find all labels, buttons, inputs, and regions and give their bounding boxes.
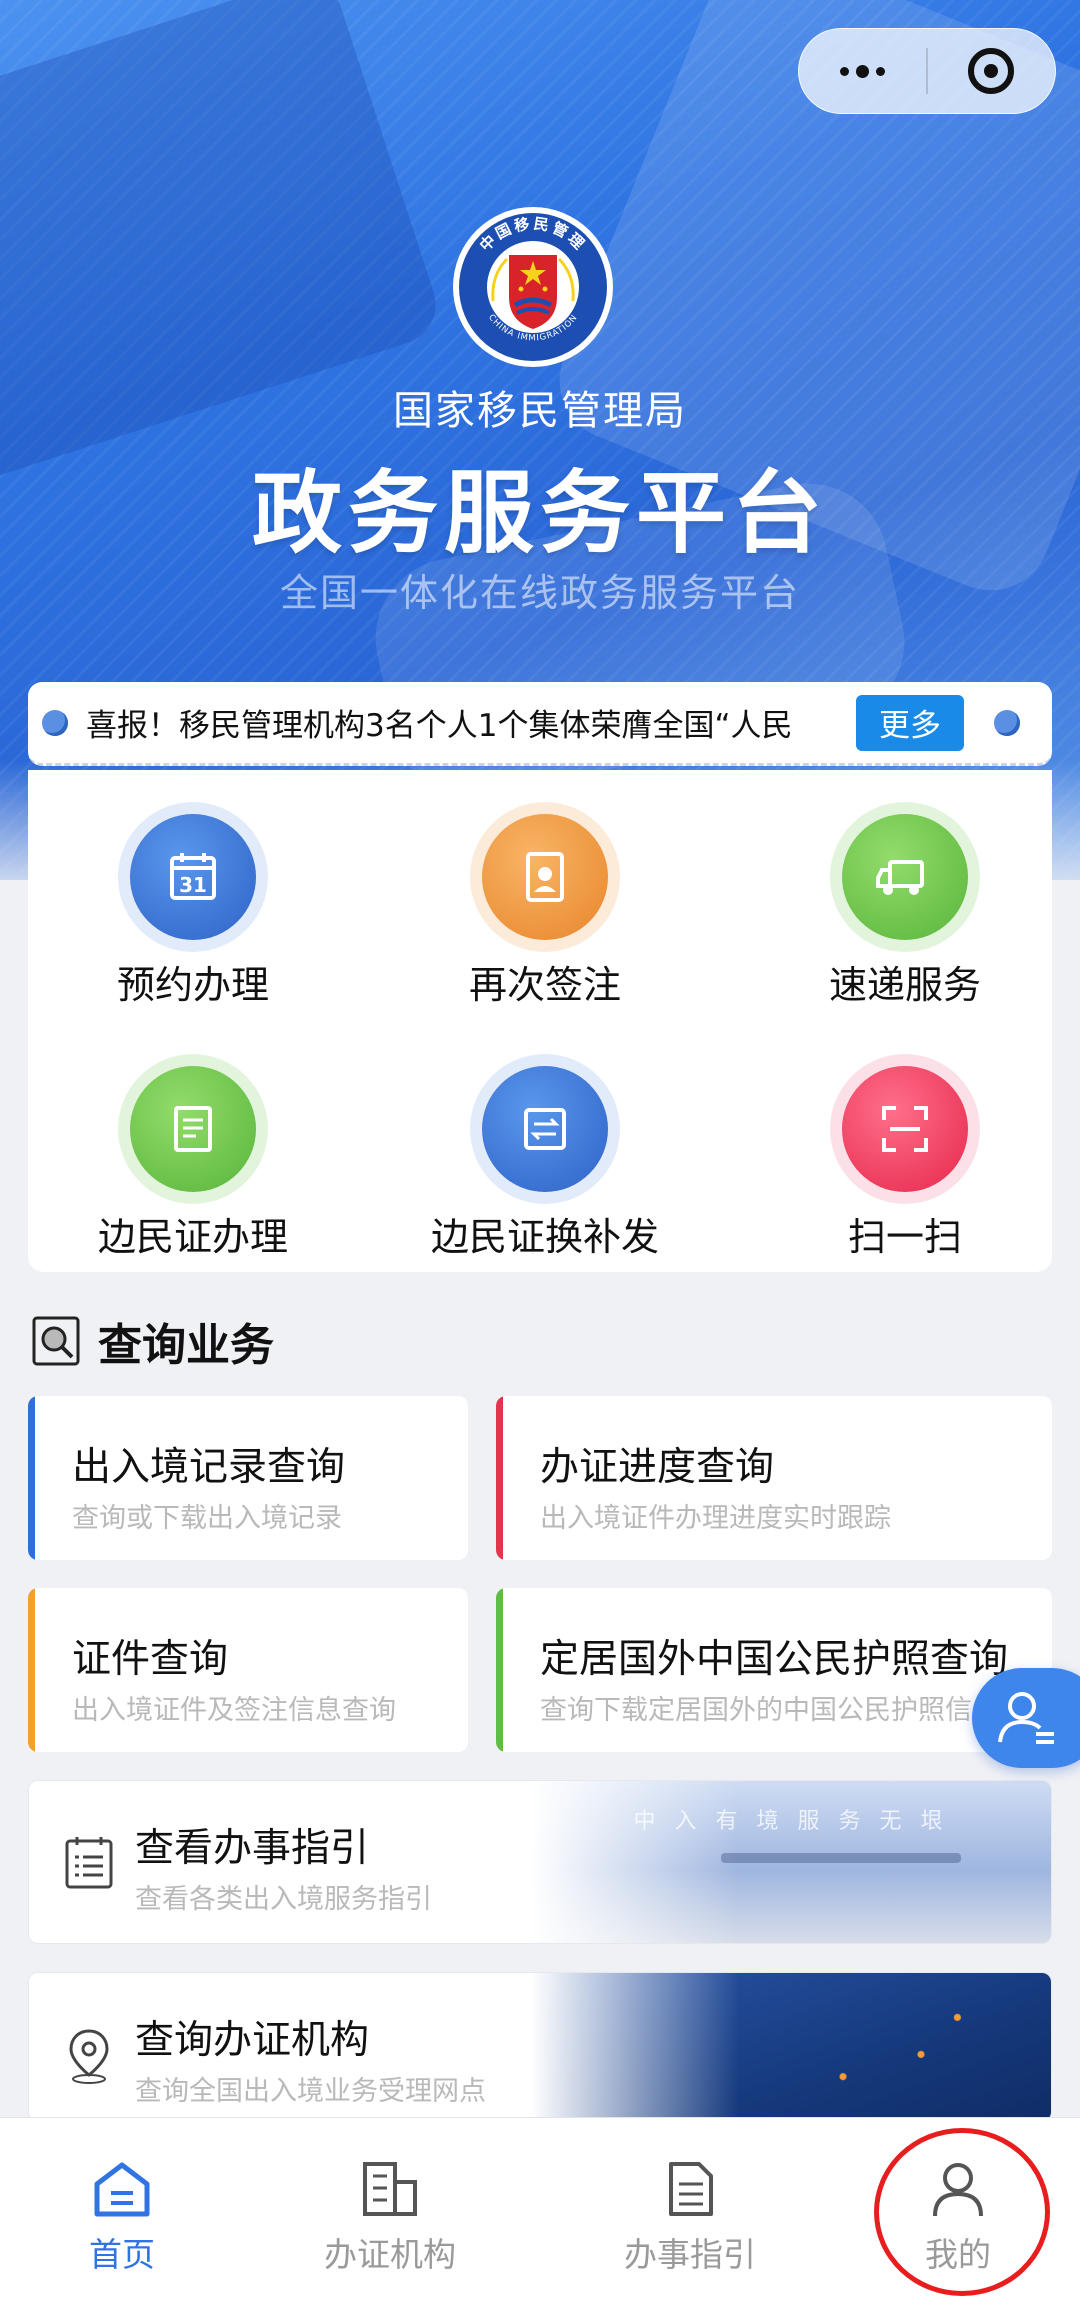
query-card-overseas-passport[interactable]: 定居国外中国公民护照查询 查询下载定居国外的中国公民护照信 <box>496 1588 1052 1752</box>
quick-action-appointment[interactable]: 31 预约办理 <box>38 782 338 1007</box>
tab-offices[interactable]: 办证机构 <box>290 2160 490 2276</box>
building-icon <box>363 2162 417 2216</box>
guide-list-icon <box>65 1837 113 1889</box>
news-ticker-text[interactable]: 喜报！移民管理机构3名个人1个集体荣膺全国“人民 <box>86 700 836 745</box>
tab-guides[interactable]: 办事指引 <box>590 2160 790 2276</box>
query-card-certificate[interactable]: 证件查询 出入境证件及签注信息查询 <box>28 1588 468 1752</box>
more-options-button[interactable] <box>799 29 926 113</box>
tab-home[interactable]: 首页 <box>22 2160 222 2276</box>
location-pin-icon <box>69 2029 109 2084</box>
more-dots-icon <box>840 64 885 78</box>
close-mini-program-button[interactable] <box>928 29 1055 113</box>
guide-card-find-office[interactable]: 查询办证机构 查询全国出入境业务受理网点 <box>28 1972 1052 2122</box>
query-card-desc: 出入境证件办理进度实时跟踪 <box>540 1503 891 1534</box>
query-search-icon <box>32 1316 80 1366</box>
platform-title: 政务服务平台 <box>252 461 828 566</box>
tab-label: 办事指引 <box>624 2235 756 2274</box>
quick-action-label: 边民证办理 <box>97 1215 288 1259</box>
ticker-bullet-icon <box>994 709 1020 736</box>
query-card-desc: 查询或下载出入境记录 <box>72 1503 342 1534</box>
news-ticker[interactable]: 喜报！移民管理机构3名个人1个集体荣膺全国“人民 更多 <box>28 682 1052 766</box>
banner-stage-decoration <box>721 1853 961 1863</box>
mini-program-capsule <box>798 28 1056 114</box>
query-card-desc: 出入境证件及签注信息查询 <box>72 1695 396 1726</box>
query-card-progress[interactable]: 办证进度查询 出入境证件办理进度实时跟踪 <box>496 1396 1052 1560</box>
agency-name: 国家移民管理局 <box>393 388 687 434</box>
guide-banner-image: 中 入 有 境 服 务 无 垠 <box>531 1781 1051 1943</box>
immigration-emblem-logo: 中国移民管理 CHINA IMMIGRATION <box>453 207 613 367</box>
doc-list-icon <box>669 2162 713 2216</box>
delivery-truck-icon <box>876 860 924 895</box>
scan-icon <box>882 1106 928 1152</box>
home-icon <box>94 2162 150 2217</box>
guide-card-desc: 查询全国出入境业务受理网点 <box>135 2076 486 2107</box>
query-card-title: 出入境记录查询 <box>72 1445 346 1490</box>
id-card-icon <box>526 852 564 902</box>
quick-action-label: 再次签注 <box>468 963 621 1007</box>
card-accent-bar <box>496 1396 503 1560</box>
guide-card-service-guide[interactable]: 中 入 有 境 服 务 无 垠 查看办事指引 查看各类出入境服务指引 <box>28 1780 1052 1944</box>
guide-map-image <box>531 1973 1051 2121</box>
more-news-button[interactable]: 更多 <box>856 694 964 751</box>
quick-action-border-pass-replace[interactable]: 边民证换补发 <box>390 1034 690 1259</box>
quick-action-label: 扫一扫 <box>847 1215 962 1259</box>
quick-action-label: 速递服务 <box>828 963 981 1007</box>
calendar-icon: 31 <box>170 853 216 900</box>
card-accent-bar <box>28 1588 35 1752</box>
tab-label: 办证机构 <box>324 2235 456 2274</box>
query-card-title: 办证进度查询 <box>540 1445 775 1490</box>
guide-banner-text: 中 入 有 境 服 务 无 垠 <box>633 1809 949 1834</box>
customer-service-button[interactable] <box>972 1668 1080 1768</box>
query-card-desc: 查询下载定居国外的中国公民护照信 <box>540 1695 972 1726</box>
quick-action-label: 边民证换补发 <box>430 1215 659 1259</box>
quick-action-visa-renewal[interactable]: 再次签注 <box>390 782 690 1007</box>
quick-actions-grid: 31 预约办理 再次签注 速递服务 边民证办理 边民证换补发 扫一扫 <box>28 770 1052 1272</box>
quick-action-delivery[interactable]: 速递服务 <box>750 782 1050 1007</box>
ticker-bullet-icon <box>42 709 68 736</box>
annotation-highlight-circle <box>874 2128 1050 2296</box>
card-accent-bar <box>496 1588 503 1752</box>
document-icon <box>174 1106 212 1152</box>
svg-text:31: 31 <box>179 873 207 897</box>
quick-action-border-pass[interactable]: 边民证办理 <box>38 1034 338 1259</box>
query-section-header: 查询业务 <box>32 1310 274 1372</box>
guide-card-desc: 查看各类出入境服务指引 <box>135 1884 432 1915</box>
quick-action-label: 预约办理 <box>116 963 269 1007</box>
quick-action-scan[interactable]: 扫一扫 <box>750 1034 1050 1259</box>
guide-card-title: 查询办证机构 <box>135 2018 370 2063</box>
target-icon <box>968 48 1015 94</box>
query-card-title: 定居国外中国公民护照查询 <box>540 1637 1009 1682</box>
tab-label: 首页 <box>89 2235 155 2274</box>
guide-card-title: 查看办事指引 <box>135 1826 370 1871</box>
platform-subtitle: 全国一体化在线政务服务平台 <box>279 571 800 615</box>
query-card-title: 证件查询 <box>72 1637 229 1682</box>
card-accent-bar <box>28 1396 35 1560</box>
swap-icon <box>524 1108 566 1150</box>
query-card-travel-records[interactable]: 出入境记录查询 查询或下载出入境记录 <box>28 1396 468 1560</box>
section-title: 查询业务 <box>98 1320 274 1371</box>
customer-service-icon <box>998 1692 1054 1744</box>
